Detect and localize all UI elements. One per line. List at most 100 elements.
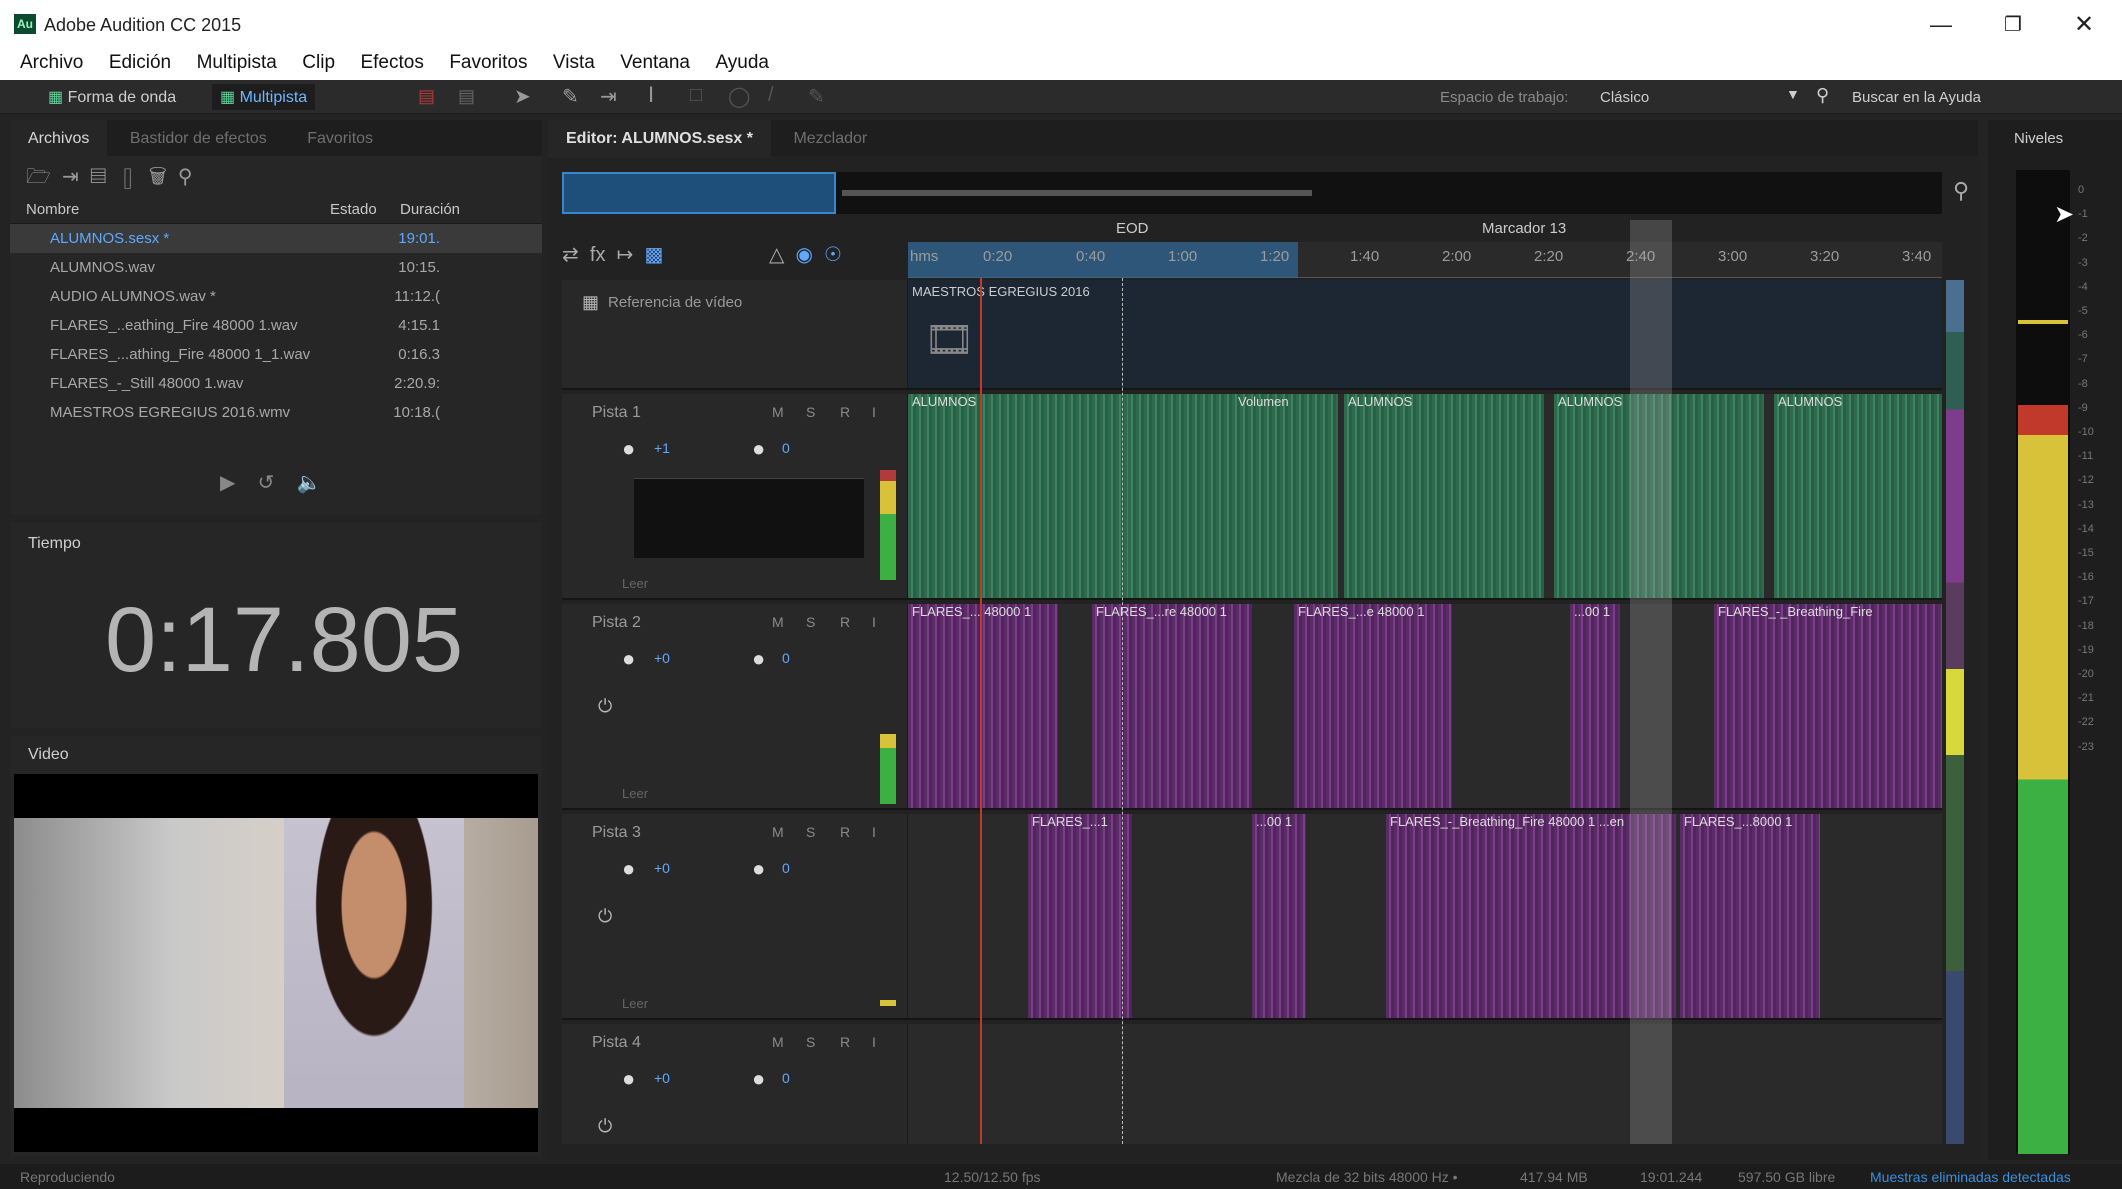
solo-button[interactable]: S [806, 1034, 815, 1050]
slip-tool-icon[interactable]: ⇥ [600, 84, 617, 109]
multitrack-view-button[interactable]: ▦ Multipista [212, 84, 316, 110]
record-icon[interactable]: ◉ [795, 244, 812, 266]
playhead[interactable] [980, 278, 982, 1144]
audio-clip[interactable]: ...00 1 [1252, 814, 1306, 1018]
fx-icon[interactable]: fx [590, 244, 606, 266]
volume-knob[interactable]: ● [622, 646, 635, 672]
session-overview[interactable] [562, 172, 1942, 214]
track-name[interactable]: Pista 4 [592, 1034, 641, 1052]
pan-knob[interactable]: ● [752, 436, 765, 462]
menu-efectos[interactable]: Efectos [360, 52, 423, 74]
menu-vista[interactable]: Vista [553, 52, 595, 74]
power-icon[interactable]: ⏻ [598, 1116, 612, 1137]
marquee-tool-icon[interactable]: □ [690, 84, 702, 107]
minimize-icon[interactable]: — [1930, 12, 1952, 38]
menu-ventana[interactable]: Ventana [620, 52, 690, 74]
audio-clip[interactable]: FLARES_...8000 1 [1680, 814, 1820, 1018]
razor-tool-icon[interactable]: ✎ [562, 84, 579, 109]
col-estado[interactable]: Estado [330, 201, 400, 218]
mute-button[interactable]: M [772, 1034, 784, 1050]
monitor-icon[interactable]: ☉ [824, 244, 842, 266]
track-name[interactable]: Pista 2 [592, 614, 641, 632]
volume-knob[interactable]: ● [622, 1066, 635, 1092]
audio-clip[interactable]: ALUMNOS [1774, 394, 1942, 598]
zoom-icon[interactable]: ⚲ [1953, 178, 1969, 204]
open-folder-icon[interactable]: 🗁 [26, 166, 51, 188]
import-icon[interactable]: ⇥ [62, 166, 79, 188]
automation-mode[interactable]: Leer [622, 576, 648, 591]
file-row[interactable]: FLARES_..eathing_Fire 48000 1.wav 4:15.1 [10, 311, 542, 340]
audio-clip[interactable]: ALUMNOS [1344, 394, 1544, 598]
file-row[interactable]: AUDIO ALUMNOS.wav * 11:12.( [10, 282, 542, 311]
lasso-tool-icon[interactable]: ◯ [728, 84, 750, 109]
solo-button[interactable]: S [806, 614, 815, 630]
tab-archivos[interactable]: Archivos [10, 120, 108, 158]
power-icon[interactable]: ⏻ [598, 696, 612, 717]
menu-edicion[interactable]: Edición [109, 52, 171, 74]
video-clip[interactable]: MAESTROS EGREGIUS 2016 🎞 [908, 280, 1942, 388]
brush-tool-icon[interactable]: / [768, 84, 774, 107]
pan-value[interactable]: 0 [782, 1070, 790, 1086]
help-search-input[interactable]: Buscar en la Ayuda [1852, 89, 1981, 106]
waveform-view-button[interactable]: ▦ Forma de onda [40, 84, 184, 110]
pan-value[interactable]: 0 [782, 860, 790, 876]
new-file-icon[interactable]: ▤ [90, 166, 107, 188]
autoplay-icon[interactable]: 🔈 [297, 472, 322, 494]
marker-region[interactable] [1630, 220, 1672, 1144]
record-arm-button[interactable]: R [840, 1034, 850, 1050]
volume-knob[interactable]: ● [622, 436, 635, 462]
time-selection-tool-icon[interactable]: I [648, 82, 654, 108]
close-icon[interactable]: ✕ [2074, 10, 2094, 39]
play-icon[interactable]: ▶ [220, 472, 235, 494]
col-nombre[interactable]: Nombre [10, 201, 330, 218]
tab-bastidor-efectos[interactable]: Bastidor de efectos [112, 120, 285, 158]
search-files-icon[interactable]: ⚲ [178, 166, 193, 188]
chevron-down-icon[interactable]: ▼ [1786, 86, 1800, 102]
file-row[interactable]: ALUMNOS.sesx * 19:01. [10, 224, 542, 253]
track-name[interactable]: Pista 3 [592, 824, 641, 842]
mute-button[interactable]: M [772, 824, 784, 840]
menu-archivo[interactable]: Archivo [20, 52, 83, 74]
input-monitor-button[interactable]: I [872, 824, 876, 840]
track-name[interactable]: Pista 1 [592, 404, 641, 422]
audio-clip[interactable]: FLARES_...1 [1028, 814, 1132, 1018]
audio-clip[interactable]: FLARES_...re 48000 1 [1092, 604, 1252, 808]
workspace-select[interactable]: Clásico [1600, 89, 1649, 106]
col-duracion[interactable]: Duración [400, 201, 480, 218]
menu-favoritos[interactable]: Favoritos [449, 52, 527, 74]
overview-viewport[interactable] [562, 172, 836, 214]
marker-eod[interactable]: EOD [1116, 220, 1149, 237]
swap-icon[interactable]: ⇄ [562, 244, 579, 266]
pan-value[interactable]: 0 [782, 650, 790, 666]
pitch-display-icon[interactable]: ▤ [458, 86, 475, 107]
trash-icon[interactable]: 🗑 [149, 166, 167, 188]
status-dropped-samples[interactable]: Muestras eliminadas detectadas [1870, 1169, 2071, 1185]
solo-button[interactable]: S [806, 824, 815, 840]
record-arm-button[interactable]: R [840, 614, 850, 630]
audio-clip[interactable]: ...00 1 [1570, 604, 1620, 808]
spectral-display-icon[interactable]: ▤ [418, 86, 435, 107]
loop-icon[interactable]: ↺ [258, 472, 275, 494]
volume-value[interactable]: +0 [654, 650, 670, 666]
tab-favoritos[interactable]: Favoritos [289, 120, 391, 158]
automation-mode[interactable]: Leer [622, 996, 648, 1011]
send-icon[interactable]: ↦ [617, 244, 634, 266]
mute-button[interactable]: M [772, 404, 784, 420]
mute-button[interactable]: M [772, 614, 784, 630]
move-tool-icon[interactable]: ➤ [514, 84, 531, 109]
file-row[interactable]: FLARES_...athing_Fire 48000 1_1.wav 0:16.… [10, 340, 542, 369]
restore-icon[interactable]: ❐ [2004, 12, 2022, 37]
audio-clip[interactable]: FLARES_-_Breathing_Fire [1714, 604, 1942, 808]
file-row[interactable]: ALUMNOS.wav 10:15. [10, 253, 542, 282]
time-ruler[interactable]: hms 0:20 0:40 1:00 1:20 1:40 2:00 2:20 2… [908, 242, 1942, 278]
input-monitor-button[interactable]: I [872, 614, 876, 630]
vertical-scrollbar[interactable] [1946, 280, 1964, 1144]
audio-clip[interactable]: FLARES_...e 48000 1 [1294, 604, 1452, 808]
audio-clip[interactable]: ALUMNOS [908, 394, 1128, 598]
pan-knob[interactable]: ● [752, 1066, 765, 1092]
power-icon[interactable]: ⏻ [598, 906, 612, 927]
volume-value[interactable]: +1 [654, 440, 670, 456]
volume-knob[interactable]: ● [622, 856, 635, 882]
input-monitor-button[interactable]: I [872, 404, 876, 420]
input-monitor-button[interactable]: I [872, 1034, 876, 1050]
